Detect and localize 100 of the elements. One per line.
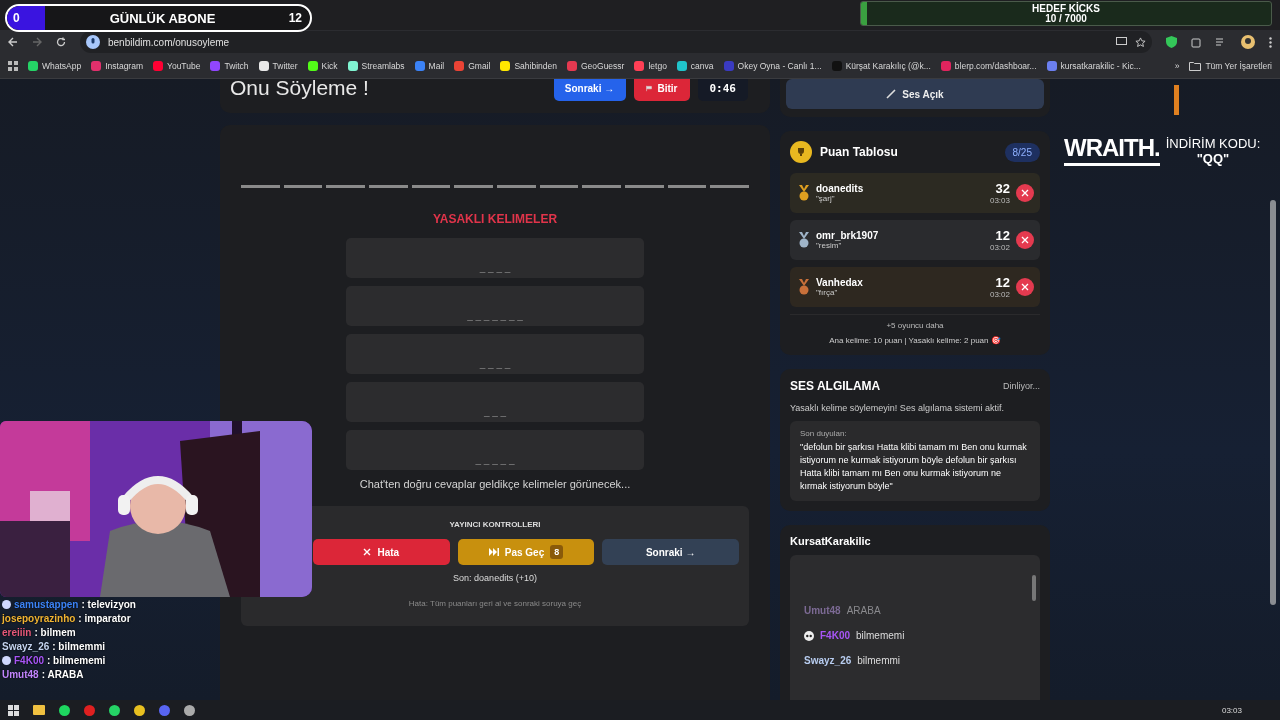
app-icon[interactable]: [109, 704, 120, 716]
address-field[interactable]: benbildim.com/onusoyleme: [108, 36, 230, 48]
hidden-word: _ _ _ _: [346, 334, 644, 374]
chat-user: Swayz_26: [804, 655, 852, 667]
app-icon[interactable]: [184, 704, 195, 716]
answer-time: 03:02: [989, 290, 1010, 299]
chat-message: : ARABA: [41, 669, 84, 680]
sound-button[interactable]: Ses Açık: [786, 79, 1044, 109]
chat-message: : imparator: [78, 613, 131, 624]
app-icon[interactable]: [59, 704, 70, 716]
chat-user: josepoyrazinho: [2, 613, 76, 624]
next-button[interactable]: Sonraki →: [553, 79, 626, 101]
page-title: Onu Söyleme !: [230, 79, 370, 100]
section-heading: YASAKLI KELIMELER: [432, 212, 558, 226]
badge-icon: [2, 600, 11, 609]
listening-status: Dinliyor...: [1003, 381, 1040, 391]
bookmark-label: Tüm Yer İşaretleri: [1205, 61, 1272, 71]
shield-icon[interactable]: [1166, 36, 1177, 48]
install-icon[interactable]: [1116, 37, 1127, 47]
marker: [1174, 85, 1179, 115]
remove-button[interactable]: [1016, 231, 1034, 249]
bookmark[interactable]: Okey Oyna - Canlı 1...: [723, 61, 822, 71]
close-icon: [1021, 236, 1029, 244]
card-title: SES ALGILAMA: [790, 379, 882, 393]
folder-icon: [1189, 61, 1202, 71]
player-word: "resim": [816, 241, 843, 250]
bookmark[interactable]: Gmail: [454, 61, 491, 71]
chat-message: bilmemmi: [857, 655, 901, 667]
bookmark[interactable]: Kick: [307, 61, 338, 71]
close-icon: [1021, 283, 1029, 291]
skip-icon: [488, 548, 499, 556]
brand-logo: WRAITH.: [1064, 136, 1160, 166]
bookmark[interactable]: YouTube: [153, 61, 201, 71]
chat-user: Swayz_26: [2, 641, 50, 652]
last-answer: Son: doanedits (+10): [453, 573, 537, 583]
bookmark[interactable]: Streamlabs: [347, 61, 405, 71]
chat-user: Umut48: [2, 669, 39, 680]
back-icon[interactable]: [8, 37, 18, 47]
app-icon[interactable]: [134, 704, 145, 716]
bookmark[interactable]: Mail: [414, 61, 445, 71]
hidden-word: _ _ _: [346, 382, 644, 422]
chat-user: Umut48: [804, 605, 841, 617]
player-name: doanedits: [816, 183, 865, 194]
skip-button[interactable]: Pas Geç 8: [457, 539, 595, 565]
close-icon: [1021, 189, 1029, 197]
trophy-icon: [790, 141, 812, 163]
more-bookmarks[interactable]: »: [1174, 61, 1180, 71]
bookmark[interactable]: letgo: [634, 61, 667, 71]
extensions-icon[interactable]: [1191, 36, 1202, 48]
player-score: 32: [994, 181, 1010, 196]
transcript-text: "defolun bir şarkısı Hatta klibi tamam mı Ben onu kurmak istiyorum ne kurmak istiyorum böyle defolun bir şarkısı Hatta klibi tamam mı Ben onu kurmak istiyorum ne kırmak istiyorum böyle": [800, 441, 1028, 494]
chat-message: ARABA: [846, 605, 881, 617]
flag-icon: [645, 83, 652, 93]
bookmark[interactable]: Twitch: [210, 61, 249, 71]
reload-icon[interactable]: [56, 37, 66, 47]
chat-user: ereiiin: [2, 627, 32, 638]
player-count: 8/25: [1004, 142, 1040, 162]
hidden-word: _ _ _ _ _ _ _: [346, 286, 644, 326]
more-players: +5 oyuncu daha: [886, 321, 944, 330]
bookmark[interactable]: Twitter: [258, 61, 298, 71]
all-bookmarks[interactable]: Tüm Yer İşaretleri: [1189, 61, 1272, 71]
bookmark[interactable]: Sahibinden: [500, 61, 557, 71]
bookmark[interactable]: GeoGuessr: [566, 61, 625, 71]
error-button[interactable]: Hata: [313, 539, 450, 565]
warning-text: Yasaklı kelime söylemeyin! Ses algılama sistemi aktif.: [790, 403, 1005, 413]
finish-button[interactable]: Bitir: [633, 79, 690, 101]
bookmark[interactable]: WhatsApp: [28, 61, 82, 71]
star-icon[interactable]: [1135, 36, 1146, 48]
panel-heading: YAYINCI KONTROLLERI: [449, 520, 541, 529]
promo-code: "QQ": [1196, 151, 1230, 166]
player-name: omr_brk1907: [816, 230, 880, 241]
apps-icon[interactable]: [8, 61, 18, 71]
menu-icon[interactable]: [1269, 36, 1272, 48]
bookmark[interactable]: kursatkarakilic - Kic...: [1046, 61, 1141, 71]
chat-user: F4K00: [820, 630, 850, 642]
hidden-word: _ _ _ _: [346, 238, 644, 278]
remove-button[interactable]: [1016, 278, 1034, 296]
timer: 0:46: [697, 79, 748, 101]
windows-icon[interactable]: [8, 704, 19, 716]
bookmark[interactable]: blerp.com/dashboar...: [940, 61, 1037, 71]
avatar-icon[interactable]: [1241, 35, 1255, 49]
player-word: "şarj": [816, 194, 836, 203]
goal-label: GÜNLÜK ABONE: [109, 10, 216, 26]
next-button[interactable]: Sonraki →: [602, 539, 739, 565]
close-icon: [363, 548, 372, 556]
bookmark[interactable]: Instagram: [91, 61, 143, 71]
note-text: Hata: Tüm puanları geri al ve sonraki soruya geç: [408, 599, 582, 608]
chat-message: bilmememi: [856, 630, 905, 642]
bookmark[interactable]: canva: [676, 61, 714, 71]
chat-message: : bilmememi: [47, 655, 106, 666]
chat-user: F4K00: [14, 655, 44, 666]
remove-button[interactable]: [1016, 184, 1034, 202]
badge-icon: [2, 656, 11, 665]
scrollbar: [1032, 575, 1036, 602]
forward-icon[interactable]: [32, 37, 42, 47]
bookmark[interactable]: Kürşat Karakılıç (@k...: [831, 61, 931, 71]
card-title: Puan Tablosu: [820, 145, 898, 159]
goal-count: 0: [13, 11, 20, 25]
transcript-label: Son duyulan:: [800, 429, 848, 438]
scoring-rules: Ana kelime: 10 puan | Yasaklı kelime: 2 puan 🎯: [829, 336, 1001, 345]
